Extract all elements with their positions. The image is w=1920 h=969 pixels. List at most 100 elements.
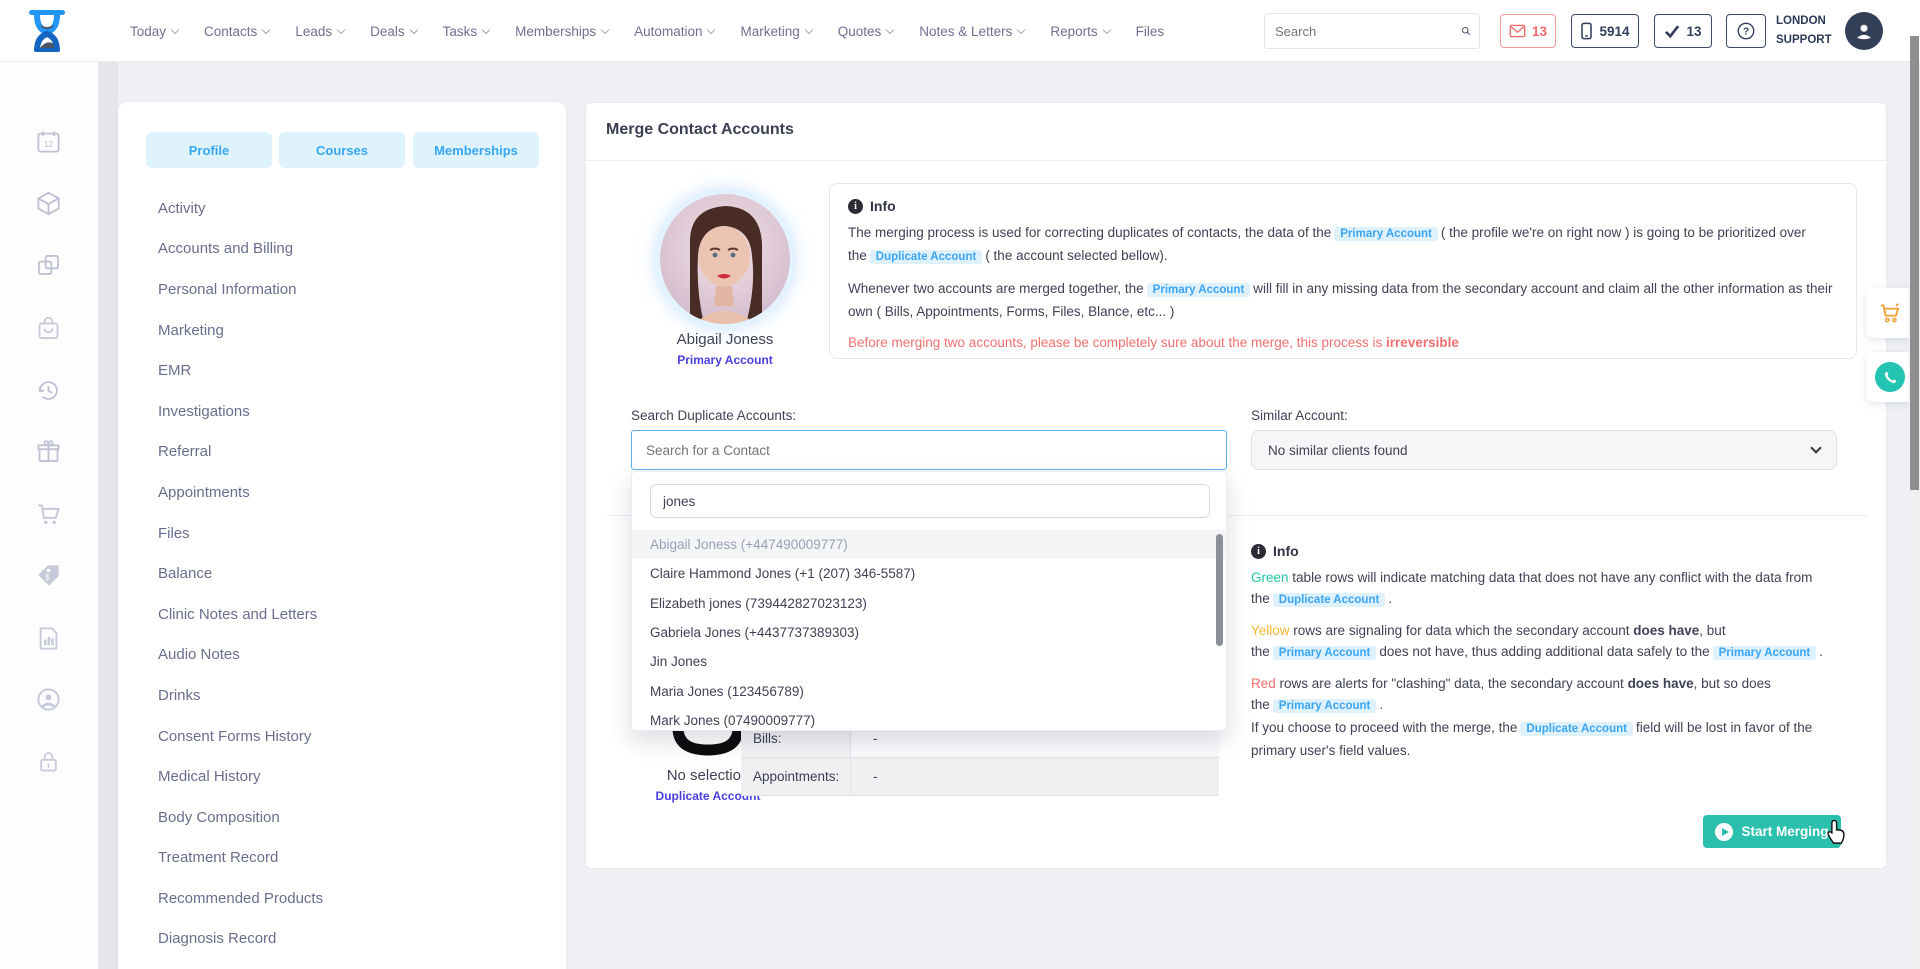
package-icon[interactable] bbox=[35, 190, 62, 217]
search-icon[interactable] bbox=[1461, 22, 1471, 40]
sidebar-item-diagnosis-record[interactable]: Diagnosis Record bbox=[158, 919, 556, 960]
nav-label: Leads bbox=[295, 24, 332, 39]
user-circle-icon[interactable] bbox=[35, 686, 62, 713]
dropdown-scrollbar[interactable] bbox=[1216, 534, 1223, 646]
history-icon[interactable] bbox=[35, 377, 62, 404]
nav-item-reports[interactable]: Reports bbox=[1050, 24, 1109, 39]
lock-icon[interactable] bbox=[35, 748, 62, 775]
nav-item-tasks[interactable]: Tasks bbox=[443, 24, 490, 39]
nav-item-notes-letters[interactable]: Notes & Letters bbox=[919, 24, 1024, 39]
calendar-icon[interactable]: 12 bbox=[35, 128, 62, 155]
support-location-label: LONDON SUPPORT bbox=[1776, 12, 1842, 50]
tab-label: Courses bbox=[316, 143, 368, 158]
user-avatar[interactable] bbox=[1845, 12, 1883, 50]
chevron-down-icon bbox=[482, 25, 490, 33]
sidebar-item-direct-debits[interactable]: Direct Debits bbox=[158, 959, 556, 969]
dropdown-result[interactable]: Gabriela Jones (+4437737389303) bbox=[632, 618, 1226, 647]
sidebar-item-recommended-products[interactable]: Recommended Products bbox=[158, 878, 556, 919]
dropdown-result[interactable]: Maria Jones (123456789) bbox=[632, 676, 1226, 705]
contact-query-input[interactable] bbox=[650, 484, 1210, 518]
duplicate-account-chip[interactable]: Duplicate Account bbox=[870, 250, 983, 264]
nav-item-marketing[interactable]: Marketing bbox=[740, 24, 811, 39]
sidebar-item-files[interactable]: Files bbox=[158, 513, 556, 554]
sidebar-item-emr[interactable]: EMR bbox=[158, 350, 556, 391]
tasks-badge[interactable]: 13 bbox=[1654, 14, 1712, 48]
global-search-input[interactable] bbox=[1265, 24, 1461, 39]
dropdown-result[interactable]: Jin Jones bbox=[632, 647, 1226, 676]
report-icon[interactable] bbox=[35, 625, 62, 652]
primary-account-chip[interactable]: Primary Account bbox=[1713, 646, 1817, 660]
info-text: rows are signaling for data which the se… bbox=[1293, 623, 1629, 638]
svg-text:?: ? bbox=[1743, 27, 1749, 38]
sidebar-item-personal-information[interactable]: Personal Information bbox=[158, 269, 556, 310]
primary-account-chip[interactable]: Primary Account bbox=[1147, 283, 1251, 297]
sidebar-item-investigations[interactable]: Investigations bbox=[158, 391, 556, 432]
nav-label: Automation bbox=[634, 24, 702, 39]
gift-icon[interactable] bbox=[35, 438, 62, 465]
sidebar-item-marketing[interactable]: Marketing bbox=[158, 310, 556, 351]
primary-account-chip[interactable]: Primary Account bbox=[1334, 227, 1438, 241]
sidebar-item-drinks[interactable]: Drinks bbox=[158, 675, 556, 716]
call-float-button[interactable] bbox=[1866, 352, 1914, 402]
nav-item-leads[interactable]: Leads bbox=[295, 24, 344, 39]
info-circle-icon: i bbox=[1251, 544, 1266, 559]
nav-item-memberships[interactable]: Memberships bbox=[515, 24, 608, 39]
tab-memberships[interactable]: Memberships bbox=[413, 132, 539, 168]
duplicate-account-chip[interactable]: Duplicate Account bbox=[1273, 593, 1386, 607]
shopping-bag-icon[interactable] bbox=[35, 315, 62, 342]
dropdown-result[interactable]: Mark Jones (07490009777) bbox=[632, 706, 1226, 731]
page-scrollbar-thumb[interactable] bbox=[1910, 36, 1919, 490]
nav-item-deals[interactable]: Deals bbox=[370, 24, 417, 39]
help-badge[interactable]: ? bbox=[1726, 14, 1766, 48]
dropdown-result[interactable]: Abigail Joness (+447490009777) bbox=[632, 530, 1226, 559]
primary-account-label[interactable]: Primary Account bbox=[625, 353, 825, 367]
nav-item-contacts[interactable]: Contacts bbox=[204, 24, 269, 39]
sidebar-item-treatment-record[interactable]: Treatment Record bbox=[158, 838, 556, 879]
sidebar-item-balance[interactable]: Balance bbox=[158, 553, 556, 594]
phone-badge[interactable]: 5914 bbox=[1571, 14, 1639, 48]
nav-label: Today bbox=[130, 24, 166, 39]
dropdown-result[interactable]: Elizabeth jones (739442827023123) bbox=[632, 589, 1226, 618]
sidebar-item-consent-forms-history[interactable]: Consent Forms History bbox=[158, 716, 556, 757]
copy-icon[interactable] bbox=[35, 252, 62, 279]
info-heading: i Info bbox=[848, 198, 1838, 214]
sidebar-item-activity[interactable]: Activity bbox=[158, 188, 556, 229]
sidebar-item-accounts-billing[interactable]: Accounts and Billing bbox=[158, 229, 556, 270]
chevron-down-icon bbox=[601, 25, 609, 33]
tab-courses[interactable]: Courses bbox=[279, 132, 405, 168]
mail-badge[interactable]: 13 bbox=[1500, 14, 1556, 48]
primary-account-chip[interactable]: Primary Account bbox=[1273, 646, 1377, 660]
sidebar-item-referral[interactable]: Referral bbox=[158, 432, 556, 473]
start-merging-button[interactable]: Start Merging bbox=[1703, 815, 1841, 848]
person-icon bbox=[1853, 20, 1875, 42]
contact-search-dropdown: Abigail Joness (+447490009777) Claire Ha… bbox=[631, 471, 1227, 731]
yellow-word: Yellow bbox=[1251, 623, 1290, 638]
nav-item-files[interactable]: Files bbox=[1136, 24, 1165, 39]
nav-label: Tasks bbox=[443, 24, 478, 39]
duplicate-search-input[interactable] bbox=[632, 443, 1226, 458]
nav-item-quotes[interactable]: Quotes bbox=[838, 24, 894, 39]
sidebar-item-audio-notes[interactable]: Audio Notes bbox=[158, 635, 556, 676]
nav-item-today[interactable]: Today bbox=[130, 24, 178, 39]
cart-float-button[interactable] bbox=[1866, 288, 1914, 338]
sidebar-item-body-composition[interactable]: Body Composition bbox=[158, 797, 556, 838]
cart-icon[interactable] bbox=[35, 501, 62, 528]
primary-account-chip[interactable]: Primary Account bbox=[1273, 699, 1377, 713]
cart-icon bbox=[1877, 300, 1903, 326]
main-nav: Today Contacts Leads Deals Tasks Members… bbox=[130, 0, 1164, 62]
sidebar-item-appointments[interactable]: Appointments bbox=[158, 472, 556, 513]
sidebar-item-medical-history[interactable]: Medical History bbox=[158, 756, 556, 797]
duplicate-account-chip[interactable]: Duplicate Account bbox=[1520, 722, 1633, 736]
phone-count: 5914 bbox=[1599, 24, 1629, 39]
dropdown-result[interactable]: Claire Hammond Jones (+1 (207) 346-5587) bbox=[632, 559, 1226, 588]
info-text: . bbox=[1388, 591, 1392, 606]
sidebar-item-clinic-notes-letters[interactable]: Clinic Notes and Letters bbox=[158, 594, 556, 635]
nav-item-automation[interactable]: Automation bbox=[634, 24, 714, 39]
info-heading-label: Info bbox=[1273, 543, 1299, 559]
tab-profile[interactable]: Profile bbox=[146, 132, 272, 168]
similar-account-select[interactable]: No similar clients found bbox=[1251, 430, 1837, 470]
app-logo[interactable] bbox=[26, 8, 68, 59]
price-tag-icon[interactable]: $ bbox=[35, 562, 62, 589]
search-duplicate-label: Search Duplicate Accounts: bbox=[631, 408, 796, 423]
hand-cursor-icon bbox=[1824, 819, 1848, 845]
